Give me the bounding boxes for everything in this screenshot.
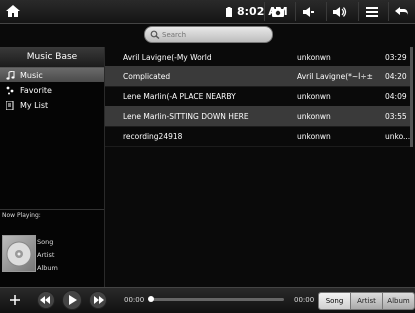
now-playing-artist: Artist	[37, 251, 55, 259]
sidebar-item-music[interactable]: Music	[0, 68, 104, 82]
song-title: Avril Lavigne(-My World	[123, 52, 212, 62]
sidebar-item-label: Favorite	[20, 85, 52, 95]
song-artist: unkonwn	[297, 111, 331, 121]
total-time: 00:00	[294, 296, 315, 304]
player-bar: 00:00 00:00 Song Artist Album	[0, 287, 415, 313]
music-app: 8:02 AM Music Base Music	[0, 0, 415, 313]
song-row[interactable]: recording24918 unkonwn unko...	[105, 126, 410, 147]
song-artist: Avril Lavigne(*~Ì÷±¶Ú)	[297, 71, 373, 81]
sidebar: Music Base Music Favorite My List Now Pl…	[0, 47, 105, 287]
song-artist: unkonwn	[297, 52, 331, 62]
search-bar[interactable]	[144, 26, 273, 43]
volume-up-icon[interactable]	[326, 2, 353, 21]
seek-knob[interactable]	[148, 296, 154, 302]
song-artist: unkonwn	[297, 91, 331, 101]
tab-song[interactable]: Song	[319, 293, 351, 309]
song-title: Lene Marlin(-A PLACE NEARBY	[123, 91, 236, 101]
menu-icon[interactable]	[358, 2, 385, 21]
tab-artist[interactable]: Artist	[351, 293, 383, 309]
sidebar-item-label: Music	[20, 70, 43, 80]
sidebar-title: Music Base	[0, 47, 104, 68]
song-list: Avril Lavigne(-My World unkonwn 03:29 Co…	[105, 47, 410, 287]
now-playing-album: Album	[37, 264, 58, 272]
song-duration: unko...	[385, 131, 411, 141]
album-art	[2, 235, 36, 272]
back-icon[interactable]	[388, 2, 415, 21]
add-icon[interactable]	[8, 293, 22, 307]
search-input[interactable]	[162, 30, 262, 39]
battery-icon	[226, 6, 232, 17]
song-duration: 03:55	[385, 111, 407, 121]
play-button[interactable]	[61, 290, 83, 310]
song-title: Lene Marlin-SITTING DOWN HERE	[123, 111, 249, 121]
song-row[interactable]: Complicated Avril Lavigne(*~Ì÷±¶Ú) 04:20	[105, 66, 410, 87]
song-row[interactable]: Lene Marlin-SITTING DOWN HERE unkonwn 03…	[105, 106, 410, 127]
divider	[0, 209, 104, 210]
favorite-icon	[0, 86, 20, 95]
now-playing-label: Now Playing:	[2, 212, 41, 219]
camera-icon[interactable]	[264, 2, 291, 21]
music-note-icon	[0, 70, 20, 80]
tab-album[interactable]: Album	[383, 293, 414, 309]
song-duration: 04:20	[385, 71, 407, 81]
song-duration: 03:29	[385, 52, 407, 62]
sidebar-item-label: My List	[20, 100, 49, 110]
sort-tabs: Song Artist Album	[318, 292, 415, 310]
now-playing-song: Song	[37, 238, 54, 246]
elapsed-time: 00:00	[124, 296, 145, 304]
seek-bar[interactable]	[148, 296, 284, 302]
song-title: recording24918	[123, 131, 183, 141]
song-title: Complicated	[123, 71, 171, 81]
song-artist: unkonwn	[297, 131, 331, 141]
volume-down-icon[interactable]	[295, 2, 322, 21]
playlist-icon	[0, 100, 20, 110]
home-icon[interactable]	[4, 3, 22, 19]
song-row[interactable]: Lene Marlin(-A PLACE NEARBY unkonwn 04:0…	[105, 86, 410, 107]
scrollbar[interactable]	[410, 47, 413, 147]
next-button[interactable]	[88, 291, 108, 309]
search-icon	[150, 30, 160, 39]
sidebar-item-my-list[interactable]: My List	[0, 98, 104, 112]
sidebar-item-favorite[interactable]: Favorite	[0, 83, 104, 97]
song-row[interactable]: Avril Lavigne(-My World unkonwn 03:29	[105, 47, 410, 68]
status-bar: 8:02 AM	[0, 0, 415, 24]
previous-button[interactable]	[36, 291, 56, 309]
song-duration: 04:09	[385, 91, 407, 101]
